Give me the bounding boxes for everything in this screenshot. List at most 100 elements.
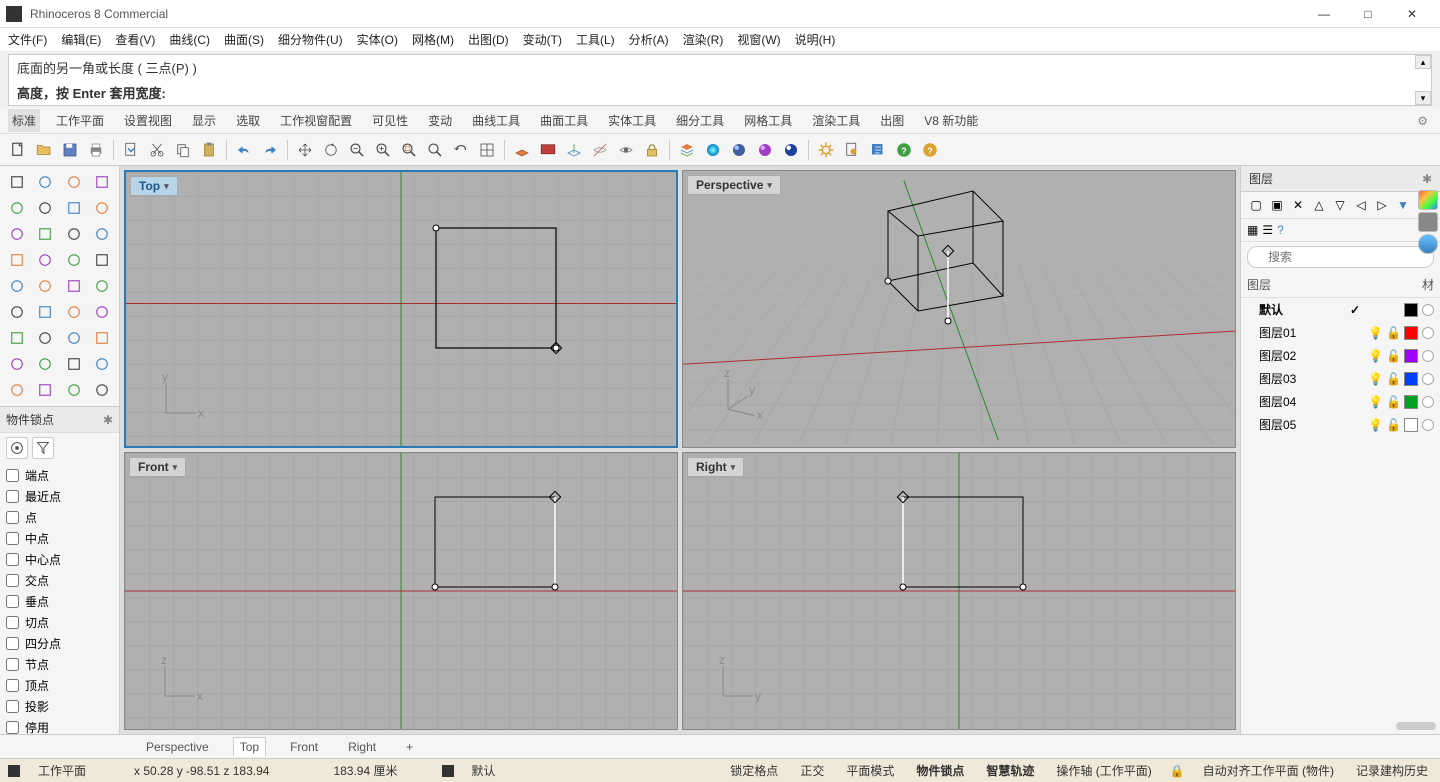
layer-row[interactable]: 图层03 💡 🔓 (1241, 367, 1440, 390)
bulb-icon[interactable]: 💡 (1368, 326, 1382, 340)
side-tab-display[interactable] (1418, 212, 1438, 232)
save-file-icon[interactable] (58, 138, 82, 162)
lock-icon[interactable]: 🔓 (1386, 349, 1400, 363)
menu-item[interactable]: 工具(L) (576, 31, 615, 48)
arc-icon[interactable] (32, 196, 58, 220)
explode-icon[interactable] (4, 274, 30, 298)
viewport-tab[interactable]: Right (342, 738, 382, 756)
status-autocplane[interactable]: 自动对齐工作平面 (物件) (1199, 760, 1338, 781)
split-icon[interactable] (89, 274, 115, 298)
osnap-item[interactable]: 节点 (6, 654, 113, 675)
viewport-tab[interactable]: + (400, 738, 419, 756)
layers-icon[interactable] (675, 138, 699, 162)
osnap-item[interactable]: 四分点 (6, 633, 113, 654)
status-layer-color[interactable] (442, 765, 454, 777)
osnap-item[interactable]: 中心点 (6, 549, 113, 570)
osnap-item[interactable]: 端点 (6, 465, 113, 486)
menu-item[interactable]: 编辑(E) (61, 31, 101, 48)
osnap-item[interactable]: 垂点 (6, 591, 113, 612)
zoom-selected-icon[interactable] (423, 138, 447, 162)
layer-row[interactable]: 默认 ✓ (1241, 298, 1440, 321)
new-file-icon[interactable] (6, 138, 30, 162)
layer-material-icon[interactable] (1422, 373, 1434, 385)
align-icon[interactable] (61, 326, 87, 350)
menu-item[interactable]: 查看(V) (115, 31, 155, 48)
menu-item[interactable]: 变动(T) (523, 31, 562, 48)
osnap-item[interactable]: 切点 (6, 612, 113, 633)
osnap-item[interactable]: 中点 (6, 528, 113, 549)
copy-icon[interactable] (171, 138, 195, 162)
side-tab-render[interactable] (1418, 190, 1438, 210)
options-icon[interactable] (814, 138, 838, 162)
box-icon[interactable] (4, 248, 30, 272)
layer-color-swatch[interactable] (1404, 418, 1418, 432)
layer-material-icon[interactable] (1422, 350, 1434, 362)
rotate-view-icon[interactable] (319, 138, 343, 162)
toolbar-tab[interactable]: 网格工具 (740, 109, 796, 132)
hide-icon[interactable] (588, 138, 612, 162)
layer-color-indicator[interactable] (8, 765, 20, 777)
osnap-checkbox[interactable] (6, 679, 19, 692)
curve2-icon[interactable] (4, 222, 30, 246)
zoom-dynamic-icon[interactable] (345, 138, 369, 162)
move-down2-icon[interactable]: ▷ (1373, 196, 1391, 214)
layer-color-swatch[interactable] (1404, 349, 1418, 363)
osnap-checkbox[interactable] (6, 595, 19, 608)
join-icon[interactable] (32, 274, 58, 298)
osnap-checkbox[interactable] (6, 490, 19, 503)
named-views-icon[interactable] (536, 138, 560, 162)
flow-icon[interactable] (32, 378, 58, 402)
toolbar-tab[interactable]: 实体工具 (604, 109, 660, 132)
viewport-tab[interactable]: Top (233, 737, 266, 756)
toolbar-tab[interactable]: 出图 (876, 109, 908, 132)
toolbar-tab[interactable]: V8 新功能 (920, 109, 982, 132)
paste-icon[interactable] (197, 138, 221, 162)
bulb-icon[interactable]: 💡 (1368, 349, 1382, 363)
status-smarttrack[interactable]: 智慧轨迹 (982, 760, 1038, 781)
layer-color-swatch[interactable] (1404, 303, 1418, 317)
polyline2-icon[interactable] (89, 170, 115, 194)
help-icon[interactable]: ? (1277, 223, 1284, 237)
viewport-label-perspective[interactable]: Perspective▾ (687, 175, 781, 195)
pan-icon[interactable] (293, 138, 317, 162)
menu-item[interactable]: 渲染(R) (683, 31, 724, 48)
viewport-label-right[interactable]: Right▾ (687, 457, 744, 477)
layer-color-swatch[interactable] (1404, 372, 1418, 386)
viewport-front[interactable]: zx Front▾ (124, 452, 678, 730)
delete-layer-icon[interactable]: ✕ (1289, 196, 1307, 214)
bulb-icon[interactable]: 💡 (1368, 418, 1382, 432)
scroll-up-icon[interactable]: ▴ (1415, 55, 1431, 69)
undo-view-icon[interactable] (449, 138, 473, 162)
scroll-down-icon[interactable]: ▾ (1415, 91, 1431, 105)
toolbar-tab[interactable]: 工作平面 (52, 109, 108, 132)
layer-color-swatch[interactable] (1404, 326, 1418, 340)
circle-icon[interactable] (4, 196, 30, 220)
menu-item[interactable]: 出图(D) (468, 31, 509, 48)
osnap-item[interactable]: 交点 (6, 570, 113, 591)
status-planar[interactable]: 平面模式 (842, 760, 898, 781)
layer-current-icon[interactable]: ✓ (1350, 303, 1364, 317)
lock-icon[interactable]: 🔓 (1386, 395, 1400, 409)
dim-icon[interactable] (32, 326, 58, 350)
scrollbar[interactable] (1396, 722, 1436, 730)
toolbar-tab[interactable]: 细分工具 (672, 109, 728, 132)
cut-icon[interactable] (145, 138, 169, 162)
osnap-checkbox[interactable] (6, 658, 19, 671)
properties-icon[interactable] (727, 138, 751, 162)
viewport-tab[interactable]: Front (284, 738, 324, 756)
status-layer[interactable]: 默认 (468, 760, 500, 781)
menu-item[interactable]: 实体(O) (357, 31, 398, 48)
zoom-extents-icon[interactable] (397, 138, 421, 162)
set-cplane-icon[interactable] (562, 138, 586, 162)
object-props-icon[interactable] (866, 138, 890, 162)
viewport-perspective[interactable]: zxy Perspective▾ (682, 170, 1236, 448)
extrude-icon[interactable] (89, 300, 115, 324)
print-icon[interactable] (84, 138, 108, 162)
trim-icon[interactable] (61, 274, 87, 298)
material-icon[interactable] (779, 138, 803, 162)
toolbar-tab[interactable]: 渲染工具 (808, 109, 864, 132)
menu-item[interactable]: 分析(A) (629, 31, 669, 48)
command-prompt[interactable]: 高度，按 Enter 套用宽度: (9, 80, 1431, 105)
polygon-icon[interactable] (61, 222, 87, 246)
filter-icon[interactable]: ▼ (1394, 196, 1412, 214)
